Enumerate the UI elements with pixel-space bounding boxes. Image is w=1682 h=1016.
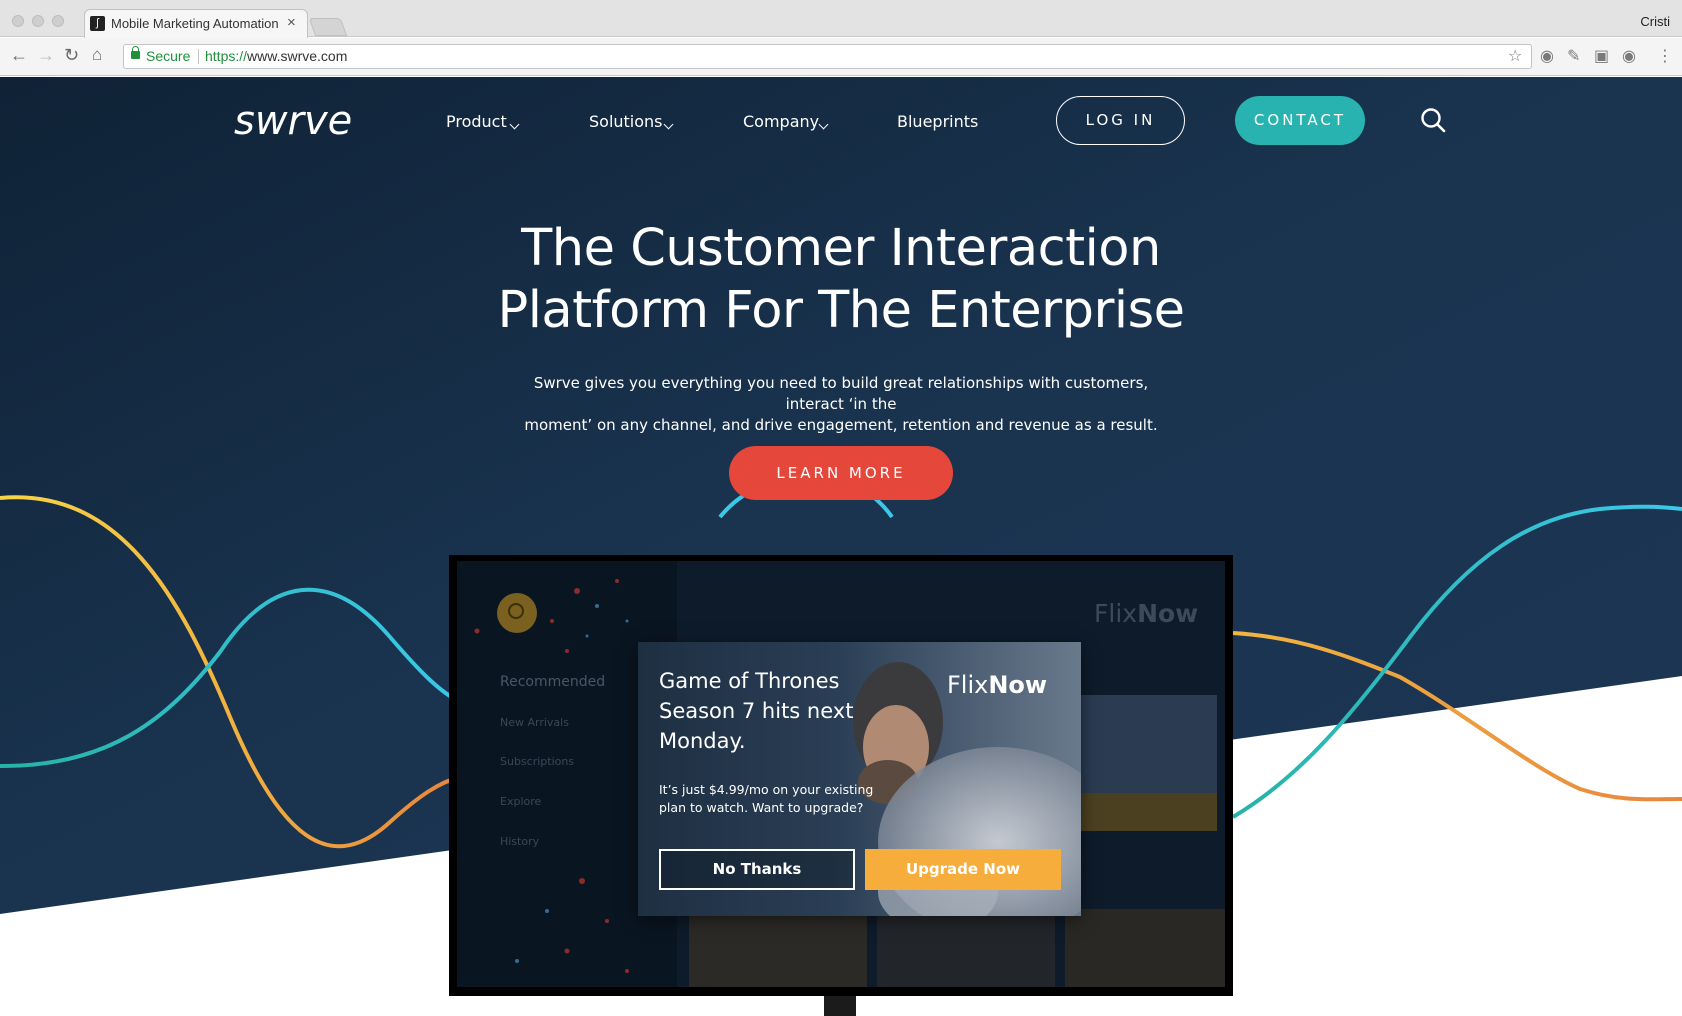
contact-button[interactable]: CONTACT [1235,96,1365,145]
window-zoom-dot[interactable] [52,15,64,27]
tv-tile [689,909,867,987]
new-tab-button[interactable] [308,18,348,36]
window-minimize-dot[interactable] [32,15,44,27]
popup-headline-line2: Season 7 hits next [659,699,854,723]
hero-title-line2: Platform For The Enterprise [497,281,1185,340]
window-close-dot[interactable] [12,15,24,27]
hero-title-line1: The Customer Interaction [521,219,1161,278]
popup-headline: Game of Thrones Season 7 hits next Monda… [659,666,889,756]
url-text[interactable]: https://www.swrve.com [205,48,347,64]
browser-tab-strip: ʃ Mobile Marketing Automation, × Cristi [0,0,1682,38]
kebab-menu-icon[interactable]: ⋮ [1657,46,1673,66]
tab-title: Mobile Marketing Automation, [111,16,279,31]
upgrade-popup: Game of Thrones Season 7 hits next Monda… [638,642,1081,916]
tab-close-icon[interactable]: × [287,14,296,31]
lock-icon [131,46,140,59]
hero-subtitle-line1: Swrve gives you everything you need to b… [533,374,1149,413]
tv-menu-recommended: Recommended [500,674,606,690]
search-icon[interactable] [1420,107,1446,133]
nav-company[interactable]: Company [743,112,819,131]
popup-headline-line3: Monday. [659,729,746,753]
tv-brand-prefix: Flix [1094,599,1138,628]
popup-brand-logo: FlixNow [947,671,1047,699]
learn-more-button[interactable]: LEARN MORE [729,446,953,500]
tab-favicon-icon: ʃ [90,16,105,31]
arrow-right-icon[interactable]: → [37,45,55,66]
home-icon[interactable]: ⌂ [92,45,102,65]
login-button[interactable]: LOG IN [1056,96,1185,145]
popup-brand-suffix: Now [988,671,1048,699]
popup-headline-line1: Game of Thrones [659,669,840,693]
popup-brand-prefix: Flix [947,671,989,699]
star-icon[interactable]: ☆ [1508,46,1522,66]
hero-subtitle-line2: moment’ on any channel, and drive engage… [524,416,1158,434]
tv-menu-subscriptions: Subscriptions [500,755,575,768]
url-host: www.swrve.com [247,48,348,64]
upgrade-now-button[interactable]: Upgrade Now [865,849,1061,890]
arrow-left-icon[interactable]: ← [10,45,28,66]
tv-tile [877,909,1055,987]
nav-solutions[interactable]: Solutions [589,112,663,131]
hero-subtitle: Swrve gives you everything you need to b… [511,373,1171,436]
tv-menu-new-arrivals: New Arrivals [500,716,569,729]
camera-icon[interactable]: ◉ [1622,46,1636,66]
page-viewport: swrve Product Solutions Company Blueprin… [0,77,1682,1016]
tv-stand [824,996,856,1016]
tv-tile [1065,909,1225,987]
popup-body: It’s just $4.99/mo on your existing plan… [659,782,874,815]
tv-search-icon [497,593,537,633]
tv-menu-explore: Explore [500,795,542,808]
tv-brand-suffix: Now [1137,599,1199,628]
screenshot-icon[interactable]: ▣ [1594,46,1609,66]
nav-blueprints[interactable]: Blueprints [897,112,978,131]
pen-icon[interactable]: ✎ [1567,46,1580,66]
swrve-logo[interactable]: swrve [234,101,392,143]
profile-name[interactable]: Cristi [1640,14,1670,29]
reload-icon[interactable]: ↻ [64,45,79,66]
hero-title: The Customer Interaction Platform For Th… [441,218,1241,342]
url-scheme: https:// [205,48,248,64]
tv-menu-history: History [500,835,540,848]
secure-label: Secure [146,48,191,64]
no-thanks-button[interactable]: No Thanks [659,849,855,890]
nav-product[interactable]: Product [446,112,507,131]
pocket-icon[interactable]: ◉ [1540,46,1554,66]
tv-brand-logo: FlixNow [1094,599,1198,628]
svg-text:swrve: swrve [234,101,352,143]
url-separator [198,49,199,64]
